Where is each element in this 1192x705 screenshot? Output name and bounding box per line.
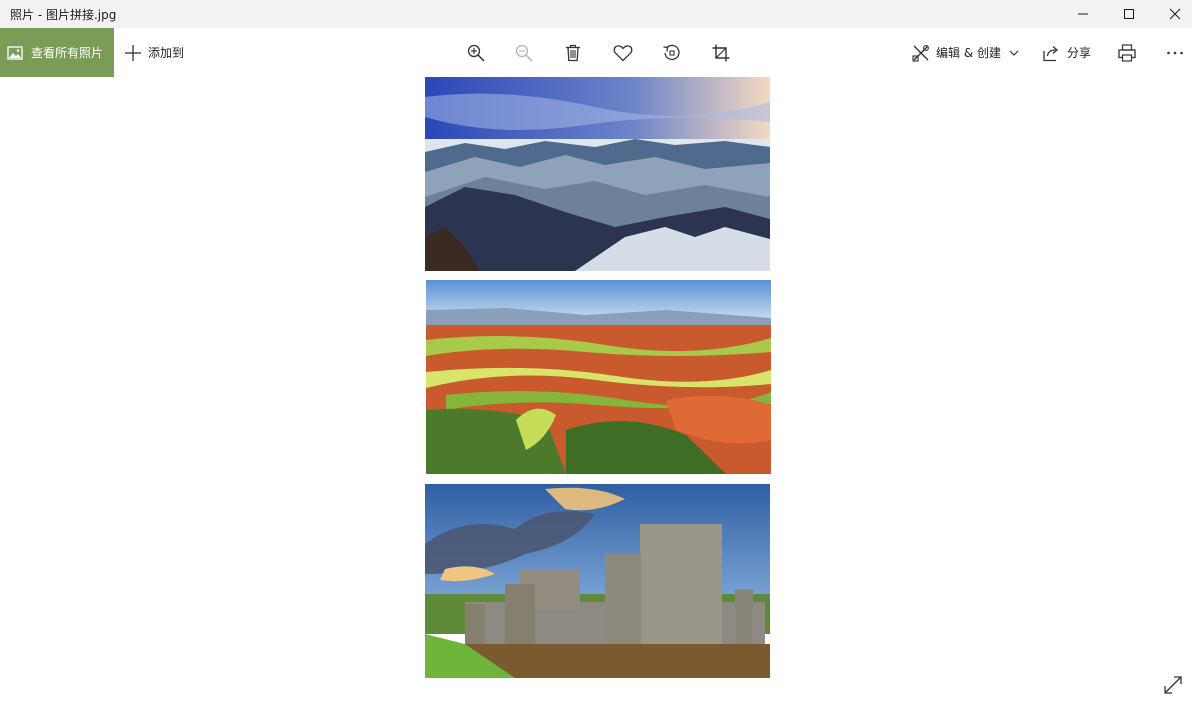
zoom-in-icon <box>467 44 485 62</box>
share-label: 分享 <box>1067 46 1092 60</box>
zoom-out-icon <box>515 44 533 62</box>
crop-button[interactable] <box>708 40 734 66</box>
rotate-button[interactable] <box>659 40 685 66</box>
print-icon <box>1118 44 1136 62</box>
more-icon <box>1167 51 1183 55</box>
add-to-label: 添加到 <box>148 46 185 60</box>
close-button[interactable] <box>1152 0 1192 28</box>
favorite-button[interactable] <box>610 40 636 66</box>
image-canvas[interactable] <box>0 77 1192 705</box>
minimize-button[interactable] <box>1060 0 1106 28</box>
window-title: 照片 - 图片拼接.jpg <box>10 8 117 22</box>
zoom-in-button[interactable] <box>463 40 489 66</box>
print-button[interactable] <box>1113 40 1141 66</box>
delete-icon <box>566 44 580 62</box>
mountain-photo <box>425 77 770 271</box>
image-icon <box>7 45 23 60</box>
photo-terraces <box>426 280 771 474</box>
minimize-icon <box>1078 13 1088 15</box>
full-screen-button[interactable] <box>1160 672 1186 698</box>
close-icon <box>1169 8 1181 20</box>
edit-create-button[interactable]: 编辑 & 创建 <box>906 28 1025 77</box>
rotate-icon <box>663 44 680 61</box>
expand-icon <box>1164 676 1182 694</box>
terraces-photo <box>426 280 771 474</box>
more-options-button[interactable] <box>1160 40 1190 66</box>
view-all-photos-label: 查看所有照片 <box>31 46 104 60</box>
delete-button[interactable] <box>560 40 586 66</box>
toolbar: 查看所有照片 添加到 编辑 & 创建 分享 <box>0 28 1192 77</box>
chevron-down-icon <box>1009 50 1019 56</box>
view-all-photos-button[interactable]: 查看所有照片 <box>0 28 114 77</box>
share-button[interactable]: 分享 <box>1036 28 1097 77</box>
photo-castle <box>425 484 770 678</box>
maximize-icon <box>1124 9 1134 19</box>
crop-icon <box>712 44 730 62</box>
edit-tools-icon <box>912 44 929 62</box>
castle-photo <box>425 484 770 678</box>
add-to-button[interactable]: 添加到 <box>118 28 190 77</box>
share-icon <box>1043 45 1058 61</box>
edit-create-label: 编辑 & 创建 <box>936 46 1001 60</box>
maximize-button[interactable] <box>1106 0 1152 28</box>
title-bar: 照片 - 图片拼接.jpg <box>0 0 1192 28</box>
plus-icon <box>125 44 141 61</box>
zoom-out-button[interactable] <box>511 40 537 66</box>
photo-mountains <box>425 77 770 271</box>
heart-icon <box>613 45 633 62</box>
